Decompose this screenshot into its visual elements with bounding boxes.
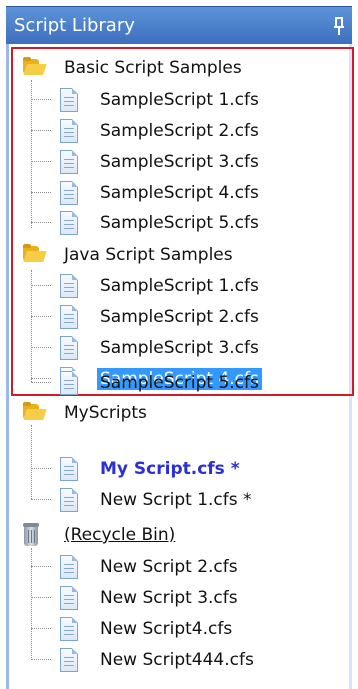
tree-item-label: New Script 3.cfs: [100, 588, 238, 608]
tree-item-label: SampleScript 5.cfs: [100, 213, 259, 233]
tree-connector: [31, 130, 51, 131]
panel-title: Script Library: [14, 15, 135, 36]
tree-connector: [31, 161, 51, 162]
script-file-icon: [60, 555, 78, 579]
tree-folder-label: Java Script Samples: [64, 245, 233, 265]
tree-connector: [31, 659, 51, 660]
tree-connector: [31, 597, 51, 598]
script-file-icon: [60, 305, 78, 329]
script-file-icon: [60, 150, 78, 174]
folder-icon: [22, 402, 47, 422]
folder-icon: [22, 57, 47, 77]
tree-connector: [31, 347, 51, 348]
tree-connector: [31, 566, 51, 567]
tree-connector: [31, 468, 51, 469]
tree-item-label: SampleScript 3.cfs: [100, 338, 259, 358]
tree-item-label: My Script.cfs *: [100, 459, 240, 479]
script-file-icon: [60, 371, 78, 395]
panel-right-border: [349, 44, 352, 689]
script-library-panel: Script Library Basic Script Samples Samp…: [0, 0, 358, 689]
tree-connector: [31, 99, 51, 100]
tree-item-label: SampleScript 1.cfs: [100, 90, 259, 110]
tree-item-label: SampleScript 5.cfs: [100, 373, 259, 393]
tree-item-label: New Script444.cfs: [100, 650, 254, 670]
tree-connector: [31, 192, 51, 193]
tree-item-label: SampleScript 2.cfs: [100, 121, 259, 141]
tree-connector: [31, 80, 32, 228]
script-file-icon: [60, 119, 78, 143]
tree-connector: [31, 316, 51, 317]
script-file-icon: [60, 336, 78, 360]
pin-icon[interactable]: [334, 17, 344, 35]
script-file-icon: [60, 617, 78, 641]
tree-connector: [31, 425, 32, 499]
script-file-icon: [60, 274, 78, 298]
tree-connector: [31, 382, 51, 383]
tree-folder-label: (Recycle Bin): [64, 525, 176, 545]
script-file-icon: [60, 586, 78, 610]
script-file-icon: [60, 488, 78, 512]
tree-item-label: SampleScript 3.cfs: [100, 152, 259, 172]
tree-connector: [31, 285, 51, 286]
panel-titlebar: Script Library: [6, 6, 352, 44]
tree-connector: [31, 222, 51, 223]
tree-item-label: SampleScript 2.cfs: [100, 307, 259, 327]
tree-connector: [31, 628, 51, 629]
tree-connector: [31, 548, 32, 660]
panel-left-border: [6, 44, 9, 689]
script-file-icon: [60, 211, 78, 235]
tree-item-label: New Script 2.cfs: [100, 557, 238, 577]
tree-folder-label: Basic Script Samples: [64, 58, 242, 78]
tree-connector: [31, 270, 32, 382]
tree-connector: [31, 499, 51, 500]
tree-item-label: SampleScript 4.cfs: [100, 183, 259, 203]
script-file-icon: [60, 88, 78, 112]
tree-item-label: New Script 1.cfs *: [100, 490, 252, 510]
script-file-icon: [60, 181, 78, 205]
tree-item-label: SampleScript 1.cfs: [100, 276, 259, 296]
folder-icon: [22, 244, 47, 264]
tree-folder-label: MyScripts: [64, 403, 147, 423]
script-file-icon: [60, 457, 78, 481]
script-file-icon: [60, 648, 78, 672]
recycle-bin-icon: [22, 523, 40, 547]
tree-item-label: New Script4.cfs: [100, 619, 233, 639]
tree-connector: [31, 378, 51, 379]
